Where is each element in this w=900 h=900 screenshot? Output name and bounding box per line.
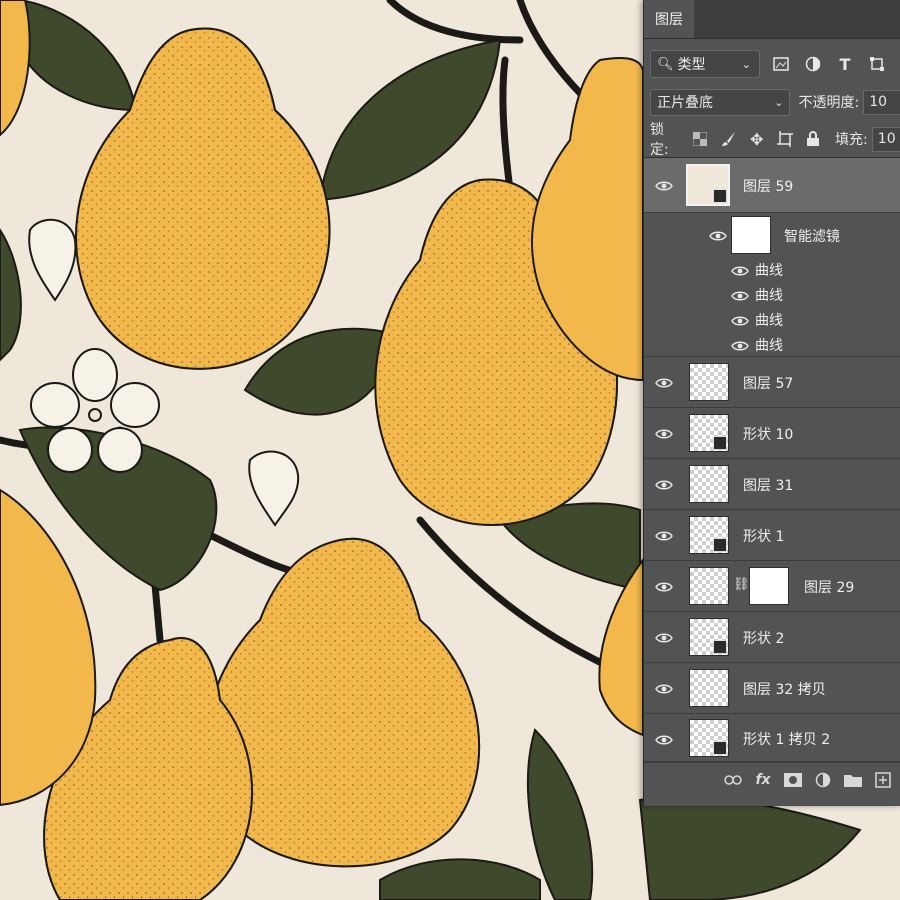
filter-row: 🔍︎ 类型 ⌄ T xyxy=(650,48,900,80)
layer-row[interactable]: 形状 10 xyxy=(644,408,900,459)
filter-type-label: 类型 xyxy=(677,57,706,73)
smart-filter-mask-thumbnail xyxy=(731,216,771,254)
visibility-eye-icon[interactable] xyxy=(730,264,750,278)
shape-layer-badge-icon xyxy=(713,538,727,552)
link-layers-icon[interactable] xyxy=(723,770,743,790)
layer-mask-thumbnail[interactable] xyxy=(749,567,789,605)
new-group-icon[interactable] xyxy=(843,770,863,790)
layer-row[interactable]: 形状 2 xyxy=(644,612,900,663)
filter-effect-row[interactable]: 曲线 xyxy=(644,258,900,283)
layer-thumbnail xyxy=(689,516,729,554)
layer-name[interactable]: 形状 1 拷贝 2 xyxy=(743,729,830,749)
layer-thumbnail xyxy=(689,363,729,401)
layer-name[interactable]: 图层 57 xyxy=(743,373,793,393)
shape-layer-badge-icon xyxy=(713,436,727,450)
lock-all-icon[interactable] xyxy=(804,129,823,149)
search-icon: 🔍︎ xyxy=(657,56,674,72)
new-adjustment-icon[interactable] xyxy=(813,770,833,790)
visibility-eye-icon[interactable] xyxy=(654,478,674,492)
fill-input[interactable]: 10 xyxy=(871,126,900,152)
filter-effect-name: 曲线 xyxy=(755,288,783,304)
filter-effect-row[interactable]: 曲线 xyxy=(644,308,900,333)
mask-link-icon[interactable]: ⛓ xyxy=(733,577,750,593)
visibility-eye-icon[interactable] xyxy=(654,179,674,193)
opacity-label: 不透明度: xyxy=(798,95,860,111)
lock-transparent-icon[interactable] xyxy=(691,129,710,149)
layer-name[interactable]: 图层 29 xyxy=(804,577,854,597)
new-layer-icon[interactable] xyxy=(873,770,893,790)
visibility-eye-icon[interactable] xyxy=(654,682,674,696)
filter-effect-row[interactable]: 曲线 xyxy=(644,283,900,308)
lock-row: 锁定: ✥ 填充: 10 xyxy=(650,122,900,158)
filter-effect-name: 曲线 xyxy=(755,313,783,329)
layer-thumbnail xyxy=(689,669,729,707)
layers-panel: 图层 🔍︎ 类型 ⌄ T 正片叠底 ⌄ 不透明度: 10 锁定: ✥ 填充: 1… xyxy=(643,0,900,806)
opacity-input[interactable]: 10 xyxy=(863,89,900,115)
visibility-eye-icon[interactable] xyxy=(654,376,674,390)
shape-layer-badge-icon xyxy=(713,741,727,755)
lock-label: 锁定: xyxy=(650,122,669,158)
filter-type-select[interactable]: 🔍︎ 类型 ⌄ xyxy=(650,50,760,78)
lock-paint-icon[interactable] xyxy=(719,129,738,149)
blend-row: 正片叠底 ⌄ 不透明度: 10 xyxy=(650,88,900,116)
layer-row[interactable]: 形状 1 xyxy=(644,510,900,561)
visibility-eye-icon[interactable] xyxy=(730,289,750,303)
chevron-down-icon: ⌄ xyxy=(774,95,784,109)
panel-bottom-toolbar: fx xyxy=(644,762,900,796)
layer-thumbnail xyxy=(689,618,729,656)
layer-row[interactable]: 图层 59 xyxy=(644,158,900,213)
visibility-eye-icon[interactable] xyxy=(654,580,674,594)
layer-row[interactable]: 形状 1 拷贝 2 xyxy=(644,714,900,762)
filter-effect-name: 曲线 xyxy=(755,263,783,279)
layer-name[interactable]: 图层 59 xyxy=(743,176,793,196)
layer-name[interactable]: 形状 1 xyxy=(743,526,784,546)
layer-row[interactable]: 图层 32 拷贝 xyxy=(644,663,900,714)
shape-layer-badge-icon xyxy=(713,640,727,654)
fx-icon[interactable]: fx xyxy=(753,770,773,790)
smart-object-badge-icon xyxy=(713,189,727,203)
layer-row[interactable]: 图层 57 xyxy=(644,357,900,408)
tab-layers[interactable]: 图层 xyxy=(644,0,694,38)
layer-thumbnail xyxy=(689,719,729,757)
fill-label: 填充: xyxy=(835,132,868,148)
layer-name[interactable]: 形状 10 xyxy=(743,424,793,444)
chevron-down-icon: ⌄ xyxy=(741,57,751,71)
filter-effect-name: 曲线 xyxy=(755,338,783,354)
lock-move-icon[interactable]: ✥ xyxy=(747,129,766,149)
layer-thumbnail xyxy=(689,567,729,605)
layer-row[interactable]: ⛓ 图层 29 xyxy=(644,561,900,612)
visibility-eye-icon[interactable] xyxy=(730,339,750,353)
add-mask-icon[interactable] xyxy=(783,770,803,790)
visibility-eye-icon[interactable] xyxy=(654,529,674,543)
shape-filter-icon[interactable] xyxy=(866,53,888,75)
layer-row[interactable]: 图层 31 xyxy=(644,459,900,510)
blend-mode-label: 正片叠底 xyxy=(657,95,713,111)
lock-artboard-icon[interactable] xyxy=(775,129,794,149)
smart-filter-name: 智能滤镜 xyxy=(784,229,840,245)
layer-thumbnail xyxy=(689,465,729,503)
visibility-eye-icon[interactable] xyxy=(654,631,674,645)
layer-name[interactable]: 形状 2 xyxy=(743,628,784,648)
visibility-eye-icon[interactable] xyxy=(730,314,750,328)
smart-filter-row[interactable]: 智能滤镜 xyxy=(644,213,900,258)
visibility-eye-icon[interactable] xyxy=(708,229,728,243)
layer-thumbnail xyxy=(689,414,729,452)
layer-name[interactable]: 图层 31 xyxy=(743,475,793,495)
type-filter-icon[interactable]: T xyxy=(834,53,856,75)
visibility-eye-icon[interactable] xyxy=(654,427,674,441)
blend-mode-select[interactable]: 正片叠底 ⌄ xyxy=(650,88,791,116)
visibility-eye-icon[interactable] xyxy=(654,733,674,747)
panel-tab-bar: 图层 xyxy=(644,0,900,39)
adjustment-filter-icon[interactable] xyxy=(802,53,824,75)
filter-effect-row[interactable]: 曲线 xyxy=(644,333,900,357)
layer-name[interactable]: 图层 32 拷贝 xyxy=(743,679,826,699)
image-filter-icon[interactable] xyxy=(770,53,792,75)
layer-thumbnail xyxy=(686,164,730,206)
